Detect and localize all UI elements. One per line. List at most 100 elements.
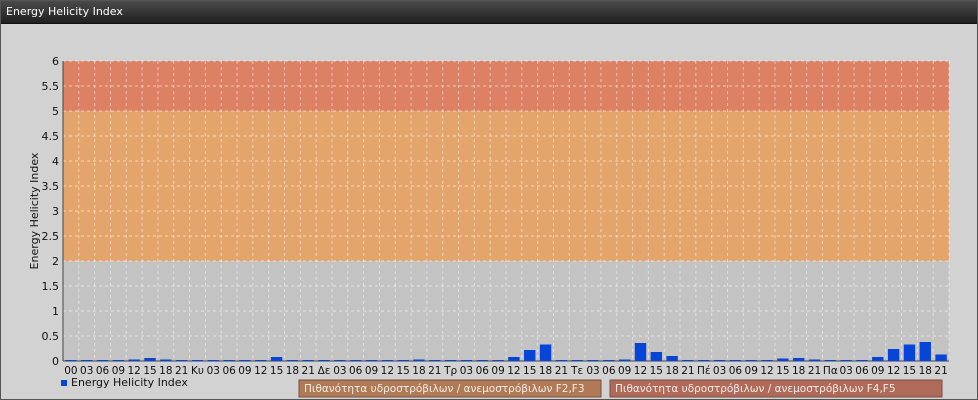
- x-tick-label: 21: [934, 365, 947, 377]
- x-tick-label: 12: [634, 365, 647, 377]
- x-tick-label: 12: [254, 365, 267, 377]
- x-tick-label: 21: [808, 365, 821, 377]
- bar: [144, 358, 156, 361]
- legend-marker: [61, 380, 67, 386]
- bar: [524, 350, 536, 361]
- x-tick-label: 03: [207, 365, 220, 377]
- bar: [381, 360, 394, 361]
- x-tick-label: 15: [523, 365, 536, 377]
- x-tick-label: 09: [745, 365, 758, 377]
- y-tick-label: 5.5: [42, 80, 60, 93]
- x-tick-label: 12: [507, 365, 520, 377]
- x-tick-label: 15: [270, 365, 283, 377]
- x-tick-label: 09: [491, 365, 504, 377]
- bar: [903, 344, 916, 361]
- x-tick-label: Τε: [570, 365, 583, 377]
- chart-panel: Energy Helicity Index 0 0.5 1 1.5 2 2.5 3 3.5 4 4…: [0, 0, 978, 400]
- x-tick-label: 18: [792, 365, 805, 377]
- bar: [935, 354, 947, 361]
- y-tick-label: 4: [52, 155, 59, 168]
- y-tick-label: 1.5: [42, 280, 60, 293]
- x-tick-label: 03: [333, 365, 346, 377]
- bar: [460, 360, 473, 361]
- x-tick-label: 18: [286, 365, 299, 377]
- bar: [429, 360, 441, 361]
- y-tick-label: 1: [52, 305, 59, 318]
- bar: [761, 360, 773, 361]
- bar: [286, 360, 299, 361]
- bar: [270, 357, 283, 361]
- bar: [682, 360, 694, 361]
- x-tick-label: 21: [681, 365, 694, 377]
- bar: [587, 360, 599, 361]
- band-legend-label-1: Πιθανότητα υδροστρόβιλων / ανεμοστρόβιλω…: [304, 383, 585, 395]
- bar: [191, 360, 204, 361]
- bar: [223, 360, 235, 361]
- x-tick-label: Πέ: [697, 365, 711, 377]
- x-tick-label: 09: [871, 365, 884, 377]
- x-tick-label: Κυ: [191, 365, 204, 377]
- y-tick-label: 3: [52, 205, 59, 218]
- bar: [539, 344, 552, 361]
- x-tick-label: 06: [602, 365, 616, 377]
- bar: [302, 360, 314, 361]
- x-tick-label: 03: [460, 365, 473, 377]
- band-legend-label-2: Πιθανότητα υδροστρόβιλων / ανεμοστρόβιλω…: [615, 383, 896, 395]
- x-tick-label: 09: [365, 365, 378, 377]
- bar: [476, 360, 488, 361]
- bar: [808, 359, 821, 361]
- bar: [777, 358, 789, 361]
- bar: [175, 360, 188, 361]
- bar: [128, 359, 140, 361]
- bar: [603, 360, 615, 361]
- x-tick-label: 09: [618, 365, 631, 377]
- bar: [856, 360, 868, 361]
- x-tick-label: 21: [302, 365, 315, 377]
- y-tick-label: 6: [52, 55, 59, 68]
- bar: [840, 360, 852, 361]
- bar: [492, 360, 504, 361]
- y-tick-label: 3.5: [42, 180, 60, 193]
- x-tick-label: 15: [396, 365, 409, 377]
- x-tick-label: 06: [855, 365, 869, 377]
- bar: [207, 360, 219, 361]
- x-tick-label: 06: [349, 365, 363, 377]
- y-tick-label: 2.5: [42, 230, 60, 243]
- bar: [650, 352, 662, 361]
- x-tick-label: 03: [586, 365, 599, 377]
- x-tick-label: 21: [555, 365, 568, 377]
- bar: [444, 360, 457, 361]
- bar: [160, 359, 172, 361]
- y-tick-label: 0.5: [42, 330, 60, 343]
- bar: [112, 360, 125, 361]
- bar: [919, 342, 931, 361]
- y-tick-label: 5: [52, 105, 59, 118]
- bar: [634, 343, 647, 361]
- x-tick-label: 09: [238, 365, 251, 377]
- x-tick-label: 15: [650, 365, 663, 377]
- bar: [255, 360, 267, 361]
- bar: [745, 360, 757, 361]
- x-tick-label: 18: [539, 365, 552, 377]
- x-tick-label: Πα: [823, 365, 838, 377]
- x-tick-label: 15: [776, 365, 789, 377]
- x-tick-label: 03: [839, 365, 852, 377]
- x-tick-label: 12: [381, 365, 394, 377]
- y-tick-label: 2: [52, 255, 59, 268]
- legend-label: Energy Helicity Index: [71, 376, 188, 389]
- chart-svg: 0 0.5 1 1.5 2 2.5 3 3.5 4 4.5 5 5.5 6 Energy Helicity…: [28, 55, 950, 398]
- x-tick-label: 06: [729, 365, 743, 377]
- x-tick-label: 21: [428, 365, 441, 377]
- bar: [824, 360, 837, 361]
- x-tick-label: 06: [476, 365, 490, 377]
- bar: [65, 360, 77, 361]
- x-tick-label: 03: [713, 365, 726, 377]
- bar: [96, 360, 109, 361]
- x-tick-label: Δε: [318, 365, 331, 377]
- bar: [713, 360, 726, 361]
- y-tick-label: 4.5: [42, 130, 60, 143]
- bar: [666, 356, 678, 361]
- x-tick-label: 12: [760, 365, 773, 377]
- bar: [365, 360, 378, 361]
- bar: [239, 360, 251, 361]
